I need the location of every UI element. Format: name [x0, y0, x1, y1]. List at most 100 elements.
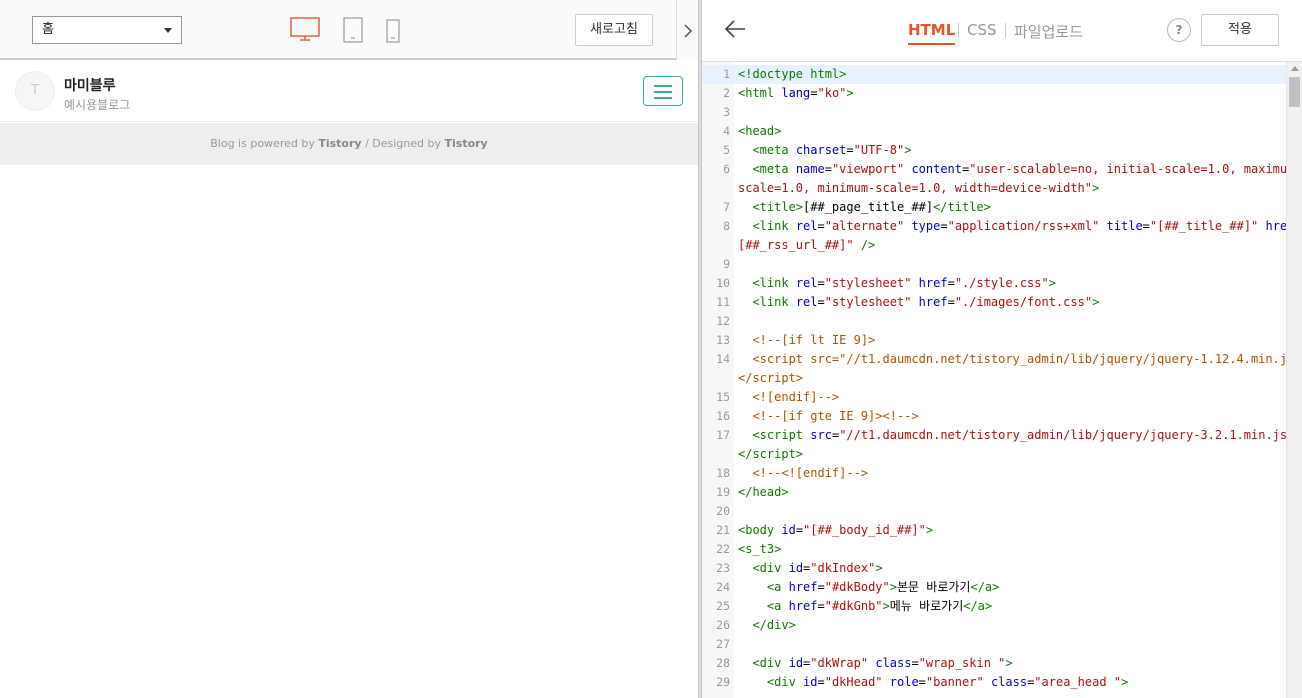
code-text[interactable]: </script> [738, 369, 803, 388]
code-text[interactable]: <link rel="stylesheet" href="./style.css… [738, 274, 1056, 293]
desktop-view-icon[interactable] [290, 17, 320, 45]
code-line[interactable]: 4 <head> [702, 122, 1286, 141]
code-line[interactable]: 28 <div id="dkWrap" class="wrap_skin "> [702, 654, 1286, 673]
code-line[interactable]: 8 <link rel="alternate" type="applicatio… [702, 217, 1302, 236]
code-text[interactable]: [##_rss_url_##]" /> [738, 236, 875, 255]
scroll-up-icon[interactable] [1291, 66, 1299, 71]
code-text[interactable]: <!doctype html> [738, 65, 846, 84]
collapse-panel-button[interactable] [676, 0, 698, 60]
code-line[interactable]: 26 </div> [702, 616, 1286, 635]
editor-pane: HTML CSS 파일업로드 ? 적용 1 <!doctype html> 2 <ht… [702, 0, 1302, 698]
code-line[interactable]: 1 <!doctype html> [702, 65, 1286, 84]
code-editor[interactable]: 1 <!doctype html> 2 <html lang="ko"> 3 4 <head… [702, 62, 1302, 698]
apply-button[interactable]: 적용 [1201, 14, 1279, 46]
code-line[interactable]: 20 [702, 502, 1286, 521]
refresh-button[interactable]: 새로고침 [575, 14, 653, 46]
code-line[interactable]: 27 [702, 635, 1286, 654]
code-text[interactable]: <meta name="viewport" content="user-scal… [738, 160, 1301, 179]
scrollbar-thumb[interactable] [1289, 77, 1300, 107]
code-line[interactable]: 25 <a href="#dkGnb">메뉴 바로가기</a> [702, 597, 1286, 616]
tablet-view-icon[interactable] [343, 17, 363, 47]
tab-file-upload[interactable]: 파일업로드 [1014, 21, 1083, 42]
tistory-link[interactable]: Tistory [318, 137, 361, 150]
code-line[interactable]: 15 <![endif]--> [702, 388, 1286, 407]
code-text[interactable]: <s_t3> [738, 540, 781, 559]
code-line[interactable]: [##_rss_url_##]" /> [702, 236, 1286, 255]
tab-css[interactable]: CSS [967, 21, 997, 39]
tistory-designer-link[interactable]: Tistory [445, 137, 488, 150]
menu-line [654, 85, 672, 87]
line-number: 10 [716, 276, 730, 290]
code-line[interactable]: </script> [702, 369, 1286, 388]
code-text[interactable]: <link rel="stylesheet" href="./images/fo… [738, 293, 1099, 312]
help-icon[interactable]: ? [1167, 18, 1191, 42]
blog-header: T 마미블루 예시용블로그 [0, 61, 698, 122]
line-number: 19 [716, 485, 730, 499]
code-line[interactable]: 17 <script src="//t1.daumcdn.net/tistory… [702, 426, 1301, 445]
code-line[interactable]: 5 <meta charset="UTF-8"> [702, 141, 1286, 160]
code-text[interactable]: <div id="dkWrap" class="wrap_skin "> [738, 654, 1012, 673]
code-line[interactable]: 7 <title>[##_page_title_##]</title> [702, 198, 1286, 217]
code-text[interactable]: </div> [738, 616, 795, 635]
line-number: 22 [716, 542, 730, 556]
code-text[interactable]: <meta charset="UTF-8"> [738, 141, 911, 160]
code-line[interactable]: 14 <script src="//t1.daumcdn.net/tistory… [702, 350, 1302, 369]
code-line[interactable]: 12 [702, 312, 1286, 331]
code-text[interactable]: <div id="dkIndex"> [738, 559, 882, 578]
line-number: 13 [716, 333, 730, 347]
avatar-letter: T [31, 83, 39, 98]
code-text[interactable]: <!--[if lt IE 9]> [738, 331, 875, 350]
code-text[interactable]: <title>[##_page_title_##]</title> [738, 198, 990, 217]
code-text[interactable]: <body id="[##_body_id_##]"> [738, 521, 933, 540]
code-text[interactable]: <head> [738, 122, 781, 141]
code-text[interactable]: <link rel="alternate" type="application/… [738, 217, 1302, 236]
code-line[interactable]: 18 <!--<![endif]--> [702, 464, 1286, 483]
code-line[interactable]: 10 <link rel="stylesheet" href="./style.… [702, 274, 1286, 293]
line-number: 24 [716, 580, 730, 594]
code-text[interactable]: </script> [738, 445, 803, 464]
code-text[interactable]: scale=1.0, minimum-scale=1.0, width=devi… [738, 179, 1099, 198]
hamburger-menu-button[interactable] [643, 76, 683, 106]
code-text[interactable]: <![endif]--> [738, 388, 839, 407]
code-line[interactable]: 9 [702, 255, 1286, 274]
code-text[interactable]: <script src="//t1.daumcdn.net/tistory_ad… [738, 350, 1302, 369]
editor-scrollbar[interactable] [1286, 62, 1302, 698]
code-text[interactable]: </head> [738, 483, 789, 502]
avatar[interactable]: T [15, 71, 55, 111]
code-line[interactable]: 23 <div id="dkIndex"> [702, 559, 1286, 578]
code-text[interactable]: <!--<![endif]--> [738, 464, 868, 483]
menu-line [654, 97, 672, 99]
code-line[interactable]: 19 </head> [702, 483, 1286, 502]
code-line[interactable]: 6 <meta name="viewport" content="user-sc… [702, 160, 1302, 179]
code-line[interactable]: scale=1.0, minimum-scale=1.0, width=devi… [702, 179, 1286, 198]
tab-html[interactable]: HTML [908, 21, 956, 45]
code-line[interactable]: 29 <div id="dkHead" role="banner" class=… [702, 673, 1286, 692]
code-text[interactable]: <div id="dkHead" role="banner" class="ar… [738, 673, 1128, 692]
line-number: 21 [716, 523, 730, 537]
line-number: 12 [716, 314, 730, 328]
line-number: 9 [723, 257, 730, 271]
code-lines[interactable]: 1 <!doctype html> 2 <html lang="ko"> 3 4 <head… [702, 65, 1302, 692]
code-line[interactable]: </script> [702, 445, 1286, 464]
mobile-view-icon[interactable] [386, 17, 400, 47]
back-arrow-icon[interactable] [724, 19, 746, 43]
page-select[interactable]: 홈 [32, 16, 182, 44]
code-line[interactable]: 22 <s_t3> [702, 540, 1286, 559]
code-line[interactable]: 13 <!--[if lt IE 9]> [702, 331, 1286, 350]
code-text[interactable]: <a href="#dkBody">본문 바로가기</a> [738, 578, 999, 597]
code-line[interactable]: 21 <body id="[##_body_id_##]"> [702, 521, 1286, 540]
code-line[interactable]: 11 <link rel="stylesheet" href="./images… [702, 293, 1286, 312]
code-line[interactable]: 2 <html lang="ko"> [702, 84, 1286, 103]
code-text[interactable]: <html lang="ko"> [738, 84, 854, 103]
blog-title[interactable]: 마미블루 [64, 75, 116, 95]
code-line[interactable]: 3 [702, 103, 1286, 122]
code-text[interactable]: <a href="#dkGnb">메뉴 바로가기</a> [738, 597, 992, 616]
code-text[interactable]: <script src="//t1.daumcdn.net/tistory_ad… [738, 426, 1301, 445]
preview-pane: 홈 새로고침 T 마미블루 예시용블로그 Blog is powered by … [0, 0, 698, 698]
code-text[interactable]: <!--[if gte IE 9]><!--> [738, 407, 918, 426]
chevron-right-icon [684, 24, 693, 38]
line-number: 28 [716, 656, 730, 670]
line-number: 20 [716, 504, 730, 518]
code-line[interactable]: 24 <a href="#dkBody">본문 바로가기</a> [702, 578, 1286, 597]
code-line[interactable]: 16 <!--[if gte IE 9]><!--> [702, 407, 1286, 426]
